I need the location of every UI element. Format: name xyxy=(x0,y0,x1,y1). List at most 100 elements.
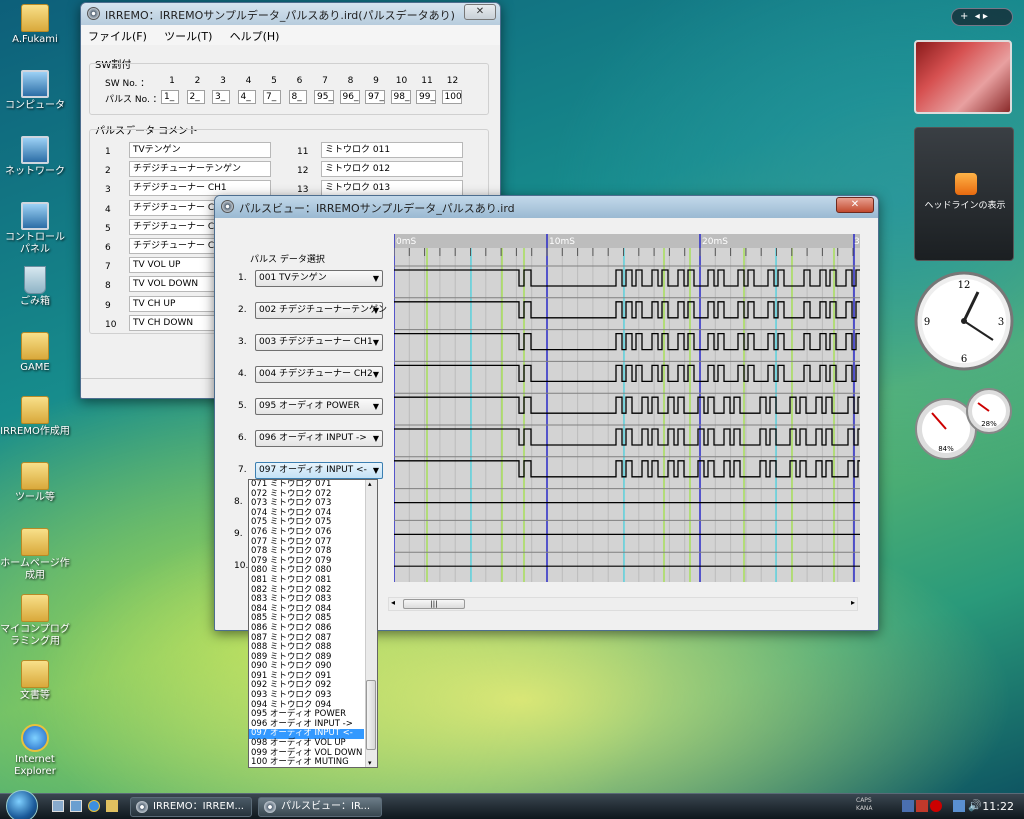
chevron-down-icon: ▼ xyxy=(372,274,379,283)
pulse-number-field[interactable]: 1_ xyxy=(161,90,179,104)
sw-number: 12 xyxy=(446,76,459,86)
close-button[interactable]: ✕ xyxy=(464,4,496,20)
tray-icon-2[interactable] xyxy=(916,800,928,812)
desktop-icon-computer[interactable]: コンピュータ xyxy=(0,70,70,112)
pulse-number-field[interactable]: 98_ xyxy=(390,90,411,104)
select-value: 096 オーディオ INPUT -> xyxy=(259,433,367,443)
recycle-bin-icon xyxy=(24,266,46,294)
pulse-number-field[interactable]: 7_ xyxy=(263,90,281,104)
pulse-data-select[interactable]: 002 チデジチューナーテンゲン ▼ xyxy=(255,302,387,319)
comment-field[interactable]: TVテンゲン xyxy=(129,142,271,158)
desktop-icon-microcontroller[interactable]: マイコンプログラミング用 xyxy=(0,594,70,648)
pulse-data-select[interactable]: 004 チデジチューナー CH2 ▼ xyxy=(255,366,383,383)
pulse-data-select[interactable]: 095 オーディオ POWER ▼ xyxy=(255,398,383,415)
horizontal-scrollbar[interactable]: ◂ ||| ▸ xyxy=(388,597,858,611)
pulse-data-select[interactable]: 096 オーディオ INPUT -> ▼ xyxy=(255,430,383,447)
comment-number: 1 xyxy=(105,147,111,157)
pulse-select-dropdown[interactable]: 071 ミトウロク 071 072 ミトウロク 072 073 ミトウロク 073 0… xyxy=(248,479,378,768)
pulse-number-field[interactable]: 3_ xyxy=(212,90,230,104)
pulse-window-titlebar[interactable]: パルスビュー：IRREMOサンプルデータ_パルスあり.ird ✕ xyxy=(215,196,878,218)
comment-number: 8 xyxy=(105,281,111,292)
pulse-number-field[interactable]: 8_ xyxy=(288,90,307,104)
desktop-icon-control-panel[interactable]: コントロール パネル xyxy=(0,202,70,256)
selector-number: 3. xyxy=(238,337,247,347)
comment-number: 13 xyxy=(297,185,309,196)
app-icon xyxy=(136,801,148,813)
desktop-icon-user[interactable]: A.Fukami xyxy=(0,4,70,46)
pulse-number-field[interactable]: 100 xyxy=(441,90,462,104)
desktop-icon-homepage[interactable]: ホームページ作成用 xyxy=(0,528,70,582)
pulse-number-field[interactable]: 4_ xyxy=(237,90,256,104)
taskbar-button-pulseview[interactable]: パルスビュー：IR... xyxy=(258,797,382,817)
cpu-percent: 84% xyxy=(938,445,954,453)
clock-gadget[interactable]: 12 3 6 9 xyxy=(913,270,1015,372)
show-desktop-icon[interactable] xyxy=(52,800,64,812)
pulse-data-select[interactable]: 003 チデジチューナー CH1 ▼ xyxy=(255,334,383,351)
close-button[interactable]: ✕ xyxy=(836,197,874,213)
chevron-down-icon: ▼ xyxy=(372,466,379,475)
feed-gadget[interactable]: ヘッドラインの表示 xyxy=(914,127,1014,261)
dropdown-scroll-thumb[interactable] xyxy=(366,680,376,750)
photo-gadget[interactable] xyxy=(914,40,1012,114)
sw-number: 7 xyxy=(322,76,328,86)
sw-number: 6 xyxy=(296,76,303,86)
desktop-icon-irremo[interactable]: IRREMO作成用 xyxy=(0,396,70,438)
select-value: 001 TVテンゲン xyxy=(259,273,327,283)
comment-field[interactable]: チデジチューナー CH1 xyxy=(129,180,271,197)
mem-percent: 28% xyxy=(981,420,997,428)
menu-help[interactable]: ヘルプ(H) xyxy=(223,25,287,47)
selector-number: 4. xyxy=(238,369,247,379)
pulse-data-select[interactable]: 001 TVテンゲン ▼ xyxy=(255,270,383,287)
switch-windows-icon[interactable] xyxy=(70,800,82,812)
computer-icon xyxy=(21,70,49,98)
pulse-number-field[interactable]: 95_ xyxy=(314,90,334,104)
folder-quicklaunch-icon[interactable] xyxy=(106,800,118,812)
volume-icon[interactable]: 🔊 xyxy=(968,799,982,812)
chevron-down-icon: ▼ xyxy=(372,434,379,443)
desktop-icon-recycle-bin[interactable]: ごみ箱 xyxy=(0,266,70,308)
desktop-icon-game[interactable]: GAME xyxy=(0,332,70,374)
app-icon xyxy=(264,801,276,813)
ie-quicklaunch-icon[interactable] xyxy=(88,800,100,812)
scroll-up-icon[interactable]: ▴ xyxy=(368,480,372,488)
desktop-icon-network[interactable]: ネットワーク xyxy=(0,136,70,178)
tray-icon-1[interactable] xyxy=(902,800,914,812)
sw-number: 8 xyxy=(347,76,354,86)
menu-tools[interactable]: ツール(T) xyxy=(157,25,219,47)
desktop-icon-ie[interactable]: Internet Explorer xyxy=(0,724,70,778)
start-button[interactable] xyxy=(6,790,38,819)
svg-text:3: 3 xyxy=(998,317,1004,328)
comment-field[interactable]: ミトウロク 011 xyxy=(321,142,463,158)
desktop-icon-tools[interactable]: ツール等 xyxy=(0,462,70,504)
pulse-data-select[interactable]: 097 オーディオ INPUT <- ▼ xyxy=(255,462,383,479)
cpu-meter-gadget[interactable]: 84% 28% xyxy=(914,385,1014,461)
scroll-thumb[interactable]: ||| xyxy=(403,599,465,609)
comment-field[interactable]: ミトウロク 013 xyxy=(321,180,463,197)
main-window-titlebar[interactable]: IRREMO：IRREMOサンプルデータ_パルスあり.ird(パルスデータあり)… xyxy=(81,3,500,25)
comment-field[interactable]: チデジチューナーテンゲン xyxy=(129,161,271,178)
comment-field[interactable]: ミトウロク 012 xyxy=(321,161,463,178)
dropdown-option[interactable]: 100 オーディオ MUTING xyxy=(249,758,364,767)
sw-number: 10 xyxy=(395,76,408,86)
rss-icon xyxy=(955,173,977,195)
tray-icon-3[interactable] xyxy=(930,800,942,812)
select-value: 097 オーディオ INPUT <- xyxy=(259,465,367,475)
scroll-right-icon[interactable]: ▸ xyxy=(851,598,855,607)
sw-group xyxy=(89,63,489,115)
network-tray-icon[interactable] xyxy=(953,800,965,812)
taskbar-button-irremo[interactable]: IRREMO：IRREM... xyxy=(130,797,252,817)
scroll-left-icon[interactable]: ◂ xyxy=(391,598,395,607)
sidebar-control[interactable]: + ◂ ▸ xyxy=(951,8,1013,26)
menu-file[interactable]: ファイル(F) xyxy=(81,25,154,47)
comment-number: 3 xyxy=(105,185,111,196)
pulse-number-field[interactable]: 99_ xyxy=(416,90,436,104)
scroll-down-icon[interactable]: ▾ xyxy=(368,759,372,767)
pulse-number-field[interactable]: 97_ xyxy=(365,90,385,104)
desktop-icon-documents[interactable]: 文書等 xyxy=(0,660,70,702)
sw-number: 1 xyxy=(169,76,175,86)
dropdown-scrollbar[interactable]: ▴ ▾ xyxy=(365,480,377,767)
pulse-number-field[interactable]: 96_ xyxy=(339,90,360,104)
pulse-number-field[interactable]: 2_ xyxy=(186,90,205,104)
ime-indicator[interactable]: CAPS KANA xyxy=(856,797,873,813)
taskbar-clock[interactable]: 11:22 xyxy=(982,800,1014,813)
